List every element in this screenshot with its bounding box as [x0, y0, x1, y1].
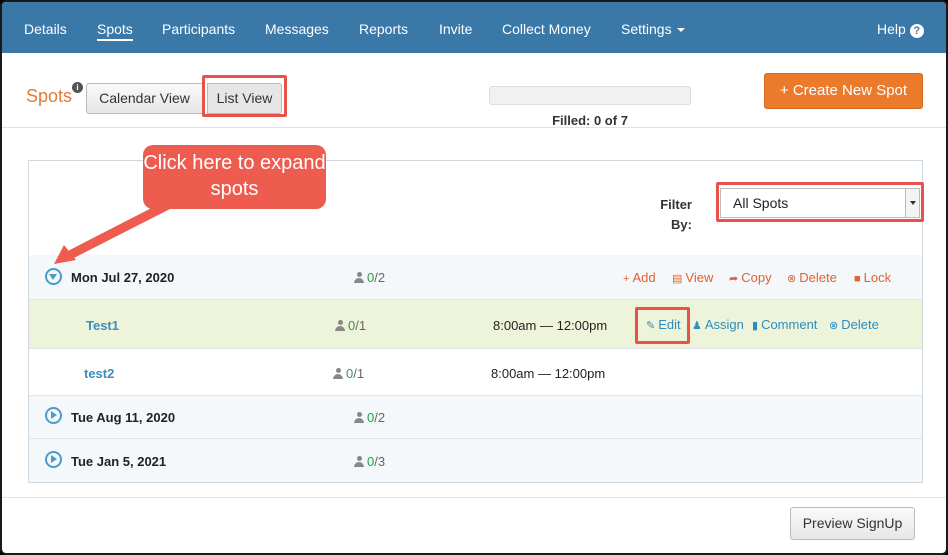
comment-label: Comment [761, 317, 818, 332]
spot-count: 0/1 [335, 318, 366, 333]
date-row[interactable]: Tue Jan 5, 2021 0/3 [29, 439, 922, 482]
spot-row: Test1 0/1 8:00am — 12:00pm ✎ Edit ♟ Assign… [29, 300, 922, 349]
person-icon [354, 412, 364, 423]
calendar-view-button[interactable]: Calendar View [86, 83, 203, 114]
comment-icon: ▮ [752, 320, 759, 332]
delete-date-action[interactable]: ⊗ Delete [787, 270, 837, 285]
info-icon[interactable]: i [72, 82, 83, 93]
total-count-value: /1 [353, 366, 365, 381]
nav-messages[interactable]: Messages [265, 21, 329, 37]
total-count-value: /2 [374, 410, 386, 425]
date-label: Tue Aug 11, 2020 [71, 410, 176, 425]
edit-spot-action[interactable]: ✎ Edit [646, 317, 681, 332]
header-divider [2, 127, 946, 128]
footer-divider [2, 497, 946, 498]
collapse-icon[interactable] [45, 268, 62, 285]
share-arrow-icon: ➦ [729, 273, 739, 285]
app-window: Details Spots Participants Messages Repo… [0, 0, 948, 555]
delete-label: Delete [799, 270, 837, 285]
view-label: View [685, 270, 714, 285]
preview-signup-button[interactable]: Preview SignUp [790, 507, 915, 540]
expand-icon[interactable] [45, 407, 62, 424]
pencil-icon: ✎ [646, 320, 656, 332]
document-icon: ▤ [672, 273, 683, 285]
nav-settings[interactable]: Settings [621, 21, 685, 37]
total-count-value: /3 [374, 454, 386, 469]
lock-label: Lock [863, 270, 892, 285]
delete-label: Delete [841, 317, 879, 332]
person-icon [335, 320, 345, 331]
top-nav: Details Spots Participants Messages Repo… [2, 2, 946, 53]
nav-details[interactable]: Details [24, 21, 67, 37]
filled-count: Filled: 0 of 7 [552, 113, 628, 128]
nav-reports[interactable]: Reports [359, 21, 408, 37]
spot-time: 8:00am — 12:00pm [491, 366, 606, 381]
spot-count: 0/2 [354, 270, 385, 285]
chevron-down-icon [676, 28, 685, 32]
expand-icon[interactable] [45, 451, 62, 468]
filter-select[interactable]: All Spots [720, 188, 920, 218]
edit-label: Edit [658, 317, 681, 332]
circle-x-icon: ⊗ [829, 320, 839, 332]
date-row[interactable]: Mon Jul 27, 2020 0/2 + Add ▤ View ➦ Copy ⊗ D… [29, 255, 922, 300]
delete-spot-action[interactable]: ⊗ Delete [829, 317, 879, 332]
page-title: Spots [26, 86, 73, 106]
person-icon [354, 272, 364, 283]
nav-invite[interactable]: Invite [439, 21, 472, 37]
date-label: Mon Jul 27, 2020 [71, 270, 175, 285]
comment-action[interactable]: ▮ Comment [752, 317, 817, 332]
spot-count: 0/3 [354, 454, 385, 469]
spot-time: 8:00am — 12:00pm [493, 318, 608, 333]
add-label: Add [632, 270, 656, 285]
person-icon [354, 456, 364, 467]
nav-help[interactable]: Help? [877, 21, 924, 38]
list-view-button[interactable]: List View [207, 83, 282, 114]
nav-collect-money[interactable]: Collect Money [502, 21, 591, 37]
spot-name[interactable]: Test1 [86, 318, 119, 333]
copy-label: Copy [741, 270, 772, 285]
total-count-value: /2 [374, 270, 386, 285]
spot-row: test2 0/1 8:00am — 12:00pm [29, 349, 922, 396]
lock-action[interactable]: ■ Lock [854, 270, 891, 285]
nav-help-label: Help [877, 21, 906, 37]
person-icon [333, 368, 343, 379]
assign-action[interactable]: ♟ Assign [692, 317, 744, 332]
filter-label: Filter By: [660, 197, 692, 232]
chevron-down-icon [905, 189, 919, 217]
create-new-spot-button[interactable]: + Create New Spot [764, 73, 923, 109]
lock-icon: ■ [854, 273, 861, 285]
spot-name[interactable]: test2 [84, 366, 114, 381]
circle-x-icon: ⊗ [787, 273, 797, 285]
plus-icon: + [623, 273, 630, 285]
total-count-value: /1 [355, 318, 367, 333]
spot-count: 0/1 [333, 366, 364, 381]
view-action[interactable]: ▤ View [672, 270, 713, 285]
assign-label: Assign [704, 317, 744, 332]
nav-participants[interactable]: Participants [162, 21, 235, 37]
copy-action[interactable]: ➦ Copy [729, 270, 772, 285]
annotation-callout: Click here to expand spots [143, 145, 326, 209]
date-label: Tue Jan 5, 2021 [71, 454, 167, 469]
person-icon: ♟ [692, 320, 702, 332]
filled-progress-bar [489, 86, 691, 105]
nav-settings-label: Settings [621, 21, 672, 37]
add-spot-action[interactable]: + Add [623, 270, 656, 285]
date-row[interactable]: Tue Aug 11, 2020 0/2 [29, 396, 922, 439]
spot-count: 0/2 [354, 410, 385, 425]
question-circle-icon: ? [909, 24, 924, 38]
nav-spots[interactable]: Spots [97, 21, 133, 41]
filter-select-value: All Spots [733, 195, 789, 211]
